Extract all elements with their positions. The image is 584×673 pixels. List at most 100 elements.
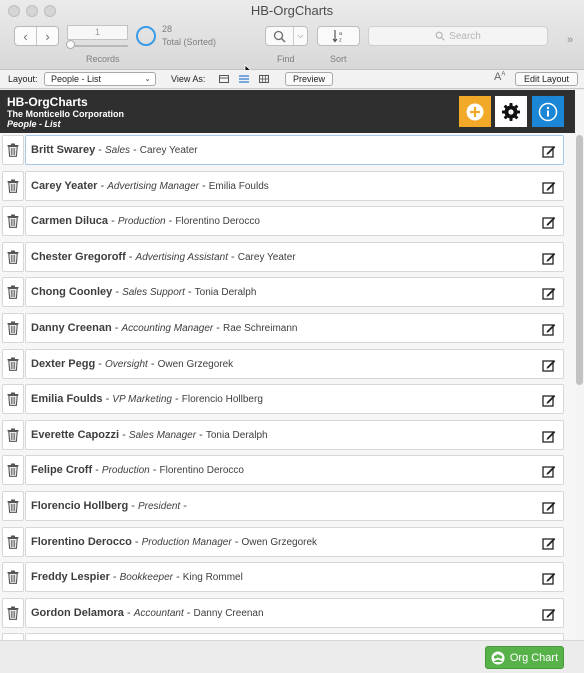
- font-size-icon[interactable]: AA: [494, 71, 505, 83]
- record-slider-track[interactable]: [70, 45, 128, 47]
- edit-icon[interactable]: [542, 322, 556, 336]
- next-record-button[interactable]: ›: [37, 27, 58, 45]
- delete-person-button[interactable]: [2, 526, 24, 557]
- person-card[interactable]: Chong Coonley - Sales Support - Tonia De…: [25, 277, 564, 308]
- form-view-icon[interactable]: [218, 73, 230, 85]
- delete-person-button[interactable]: [2, 241, 24, 272]
- previous-record-button[interactable]: ‹: [15, 27, 37, 45]
- separator: -: [184, 286, 195, 299]
- person-card[interactable]: [25, 633, 564, 640]
- sort-label: Sort: [330, 54, 347, 64]
- edit-icon[interactable]: [542, 180, 556, 194]
- person-row[interactable]: Dexter Pegg - Oversight - Owen Grzegorek: [0, 347, 575, 381]
- person-name: Florencio Hollberg: [31, 500, 129, 512]
- info-button[interactable]: [532, 96, 564, 127]
- person-card[interactable]: Dexter Pegg - Oversight - Owen Grzegorek: [25, 348, 564, 379]
- edit-icon[interactable]: [542, 429, 556, 443]
- person-card[interactable]: Gordon Delamora - Accountant - Danny Cre…: [25, 597, 564, 628]
- delete-person-button[interactable]: [2, 384, 24, 415]
- person-row[interactable]: Britt Swarey - Sales - Carey Yeater: [0, 133, 575, 167]
- edit-icon[interactable]: [542, 251, 556, 265]
- trash-icon: [7, 428, 19, 442]
- toolbar-overflow-icon[interactable]: »: [567, 34, 573, 46]
- app-title: HB-OrgCharts: [7, 95, 88, 109]
- person-row[interactable]: Emilia Foulds - VP Marketing - Florencio…: [0, 382, 575, 416]
- search-field[interactable]: Search: [368, 26, 548, 46]
- person-row[interactable]: Carmen Diluca - Production - Florentino …: [0, 204, 575, 238]
- layout-select[interactable]: People - List ⌄: [44, 72, 156, 86]
- list-view-icon[interactable]: [238, 73, 250, 85]
- person-name: Carmen Diluca: [31, 215, 109, 228]
- delete-person-button[interactable]: [2, 277, 24, 308]
- edit-icon[interactable]: [542, 500, 556, 514]
- person-card[interactable]: Freddy Lespier - Bookkeeper - King Romme…: [25, 562, 564, 593]
- separator: -: [131, 535, 142, 548]
- delete-person-button[interactable]: [2, 562, 24, 593]
- person-summary: Freddy Lespier - Bookkeeper - King Romme…: [31, 571, 243, 583]
- edit-icon[interactable]: [542, 144, 556, 158]
- delete-person-button[interactable]: [2, 206, 24, 237]
- delete-person-button[interactable]: [2, 313, 24, 343]
- layout-header: HB-OrgCharts The Monticello Corporation …: [0, 90, 575, 133]
- person-manager: Owen Grzegorek: [241, 536, 318, 548]
- person-row[interactable]: Carey Yeater - Advertising Manager - Emi…: [0, 169, 575, 203]
- sort-button[interactable]: a z: [317, 26, 360, 46]
- person-card[interactable]: Danny Creenan - Accounting Manager - Rae…: [25, 313, 564, 343]
- person-row[interactable]: Florencio Hollberg - President -: [0, 489, 575, 523]
- delete-person-button[interactable]: [2, 170, 24, 201]
- edit-icon[interactable]: [542, 464, 556, 479]
- edit-icon[interactable]: [542, 571, 556, 585]
- person-card[interactable]: Florencio Hollberg - President -: [25, 491, 564, 521]
- person-summary: Chester Gregoroff - Advertising Assistan…: [31, 251, 296, 263]
- delete-person-button[interactable]: [2, 633, 24, 640]
- person-card[interactable]: Chester Gregoroff - Advertising Assistan…: [25, 241, 564, 272]
- person-row[interactable]: Everette Capozzi - Sales Manager - Tonia…: [0, 418, 575, 452]
- separator: -: [198, 179, 209, 192]
- person-summary: Florencio Hollberg - President -: [31, 500, 187, 512]
- person-card[interactable]: Felipe Croff - Production - Florentino D…: [25, 455, 564, 486]
- person-card[interactable]: Carey Yeater - Advertising Manager - Emi…: [25, 170, 564, 201]
- person-row-partial[interactable]: [0, 631, 575, 640]
- person-card[interactable]: Britt Swarey - Sales - Carey Yeater: [25, 135, 564, 165]
- settings-button[interactable]: [495, 96, 527, 127]
- person-card[interactable]: Everette Capozzi - Sales Manager - Tonia…: [25, 419, 564, 450]
- person-summary: Dexter Pegg - Oversight - Owen Grzegorek: [31, 358, 233, 370]
- delete-person-button[interactable]: [2, 348, 24, 379]
- edit-icon[interactable]: [542, 393, 556, 407]
- person-row[interactable]: Chester Gregoroff - Advertising Assistan…: [0, 240, 575, 274]
- preview-button[interactable]: Preview: [285, 72, 333, 86]
- edit-icon[interactable]: [542, 607, 556, 621]
- delete-person-button[interactable]: [2, 455, 24, 486]
- separator: -: [125, 250, 136, 263]
- find-menu-chevron-icon[interactable]: ⌵: [294, 27, 307, 45]
- search-icon: [435, 31, 445, 41]
- person-row[interactable]: Gordon Delamora - Accountant - Danny Cre…: [0, 596, 575, 630]
- person-row[interactable]: Felipe Croff - Production - Florentino D…: [0, 453, 575, 487]
- org-chart-button[interactable]: Org Chart: [485, 646, 564, 669]
- edit-icon[interactable]: [542, 286, 556, 301]
- edit-icon[interactable]: [542, 215, 556, 229]
- delete-person-button[interactable]: [2, 135, 24, 165]
- person-card[interactable]: Emilia Foulds - VP Marketing - Florencio…: [25, 384, 564, 415]
- person-row[interactable]: Danny Creenan - Accounting Manager - Rae…: [0, 311, 575, 345]
- delete-person-button[interactable]: [2, 491, 24, 521]
- record-slider-knob[interactable]: [66, 40, 75, 49]
- delete-person-button[interactable]: [2, 419, 24, 450]
- chevron-left-icon: ‹: [23, 28, 28, 44]
- person-row[interactable]: Chong Coonley - Sales Support - Tonia De…: [0, 275, 575, 309]
- separator: -: [196, 428, 206, 441]
- person-row[interactable]: Florentino Derocco - Production Manager …: [0, 525, 575, 559]
- edit-layout-button[interactable]: Edit Layout: [515, 72, 578, 86]
- edit-icon[interactable]: [542, 358, 556, 372]
- person-row[interactable]: Freddy Lespier - Bookkeeper - King Romme…: [0, 560, 575, 594]
- add-person-button[interactable]: [459, 96, 491, 127]
- current-record-input[interactable]: 1: [67, 25, 128, 40]
- person-card[interactable]: Florentino Derocco - Production Manager …: [25, 526, 564, 557]
- find-button[interactable]: ⌵: [265, 26, 308, 46]
- person-name: Florentino Derocco: [31, 535, 132, 548]
- delete-person-button[interactable]: [2, 597, 24, 628]
- table-view-icon[interactable]: [258, 73, 270, 85]
- person-card[interactable]: Carmen Diluca - Production - Florentino …: [25, 206, 564, 237]
- list-scrollbar-thumb[interactable]: [576, 135, 583, 385]
- edit-icon[interactable]: [542, 536, 556, 550]
